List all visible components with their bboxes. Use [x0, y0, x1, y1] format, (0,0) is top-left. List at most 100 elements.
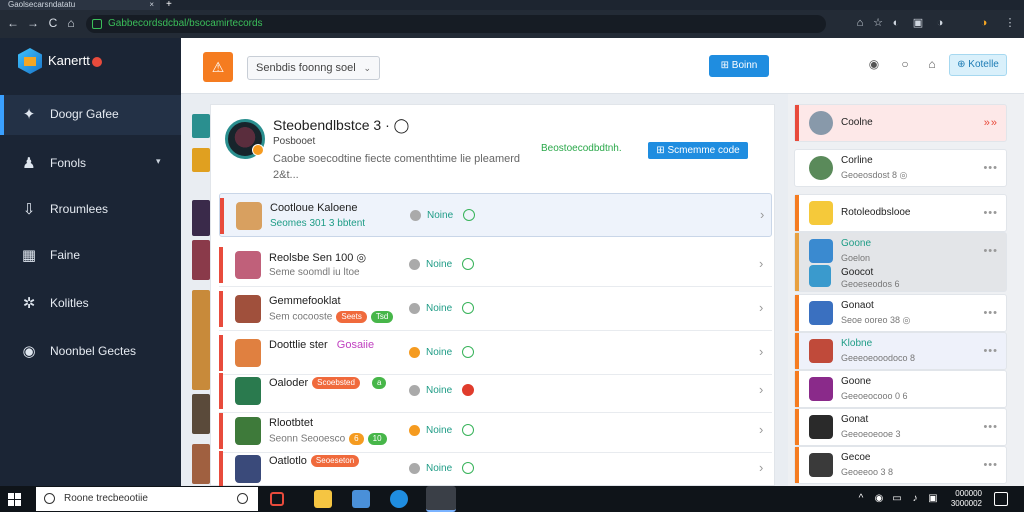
profile-subtitle: Posbooet — [273, 136, 316, 147]
list-item[interactable]: Klobne Geeeoeooodoco 8 ••• — [794, 332, 1007, 370]
primary-button[interactable]: ⊞ Boinn — [709, 55, 769, 77]
status-icon — [409, 463, 420, 474]
more-icon[interactable]: ••• — [983, 245, 998, 257]
list-item[interactable]: Oaloder Scoebsted a Noine › — [219, 369, 772, 413]
list-item[interactable]: Oatlotlo Seoeseton Noine › — [219, 447, 772, 491]
action-center-icon[interactable] — [994, 492, 1008, 506]
list-item[interactable]: Coolne »» — [794, 104, 1007, 142]
list-item[interactable]: Gemmefooklat Sem cocooste Seets Tsd Noine … — [219, 287, 772, 331]
forward-arrow-icon[interactable]: → — [24, 14, 42, 32]
chevron-right-icon[interactable]: › — [759, 460, 763, 475]
circle-icon[interactable]: ○ — [898, 57, 912, 71]
kebab-menu-icon[interactable]: ⋮ — [1002, 15, 1018, 31]
status-label: Noine — [426, 347, 453, 358]
game-thumbnail — [809, 301, 833, 325]
profile-link[interactable]: Beostoecodbdtnh. — [541, 143, 622, 154]
browser-icon[interactable] — [390, 490, 408, 508]
warning-icon[interactable]: ⚠ — [203, 52, 233, 82]
filter-dropdown[interactable]: Senbdis foonng soel ⌄ — [247, 56, 380, 80]
row-title: Oatlotlo Seoeseton — [269, 455, 360, 468]
more-icon[interactable]: ••• — [983, 162, 998, 174]
taskbar-app-icon[interactable] — [352, 490, 370, 508]
row-accent — [220, 198, 224, 234]
chevron-right-icon[interactable]: › — [759, 422, 763, 437]
sidebar-item-notifications[interactable]: ◉ Noonbel Gectes — [0, 332, 181, 372]
row-title: Reolsbe Sen 100 ◎ — [269, 252, 367, 264]
cortana-icon[interactable] — [237, 493, 248, 504]
reload-icon[interactable]: C — [44, 14, 62, 32]
home-icon[interactable]: ⌂ — [62, 14, 80, 32]
list-item[interactable]: Corline Geoeosdost 8 ◎ ••• — [794, 149, 1007, 187]
taskbar-active-app[interactable] — [426, 486, 456, 512]
sidebar-item-calendar[interactable]: ▦ Faine — [0, 236, 181, 276]
system-clock[interactable]: 000000 3000002 — [946, 489, 982, 509]
bookmark-star-icon[interactable]: ☆ — [870, 15, 886, 31]
row-accent — [795, 233, 799, 291]
profile-action-label: Scmemme code — [667, 145, 740, 156]
people-icon: ♟ — [22, 155, 36, 172]
address-bar[interactable]: Gabbecordsdcbal/bsocamirtecords — [86, 15, 826, 33]
list-item[interactable]: Cootloue Kaloene Seomes 301 3 bbtent Noi… — [219, 193, 772, 237]
status-icon[interactable]: ◉ — [867, 57, 881, 71]
status-label: Noine — [426, 463, 453, 474]
item-subtitle: Geoeseodos 6 — [841, 279, 900, 289]
volume-icon[interactable]: ♪ — [908, 493, 922, 505]
avatar-icon[interactable]: ◑ — [976, 15, 992, 31]
avatar[interactable] — [225, 119, 265, 159]
chevron-right-icon[interactable]: › — [759, 344, 763, 359]
list-item[interactable]: Goone Goelon Goocot Geoeseodos 6 ••• — [794, 232, 1007, 292]
sidebar-item-home[interactable]: ✦ Doogr Gafee — [0, 95, 181, 135]
status-label: Noine — [426, 259, 453, 270]
double-chevron-icon[interactable]: »» — [984, 117, 998, 129]
tray-status-icon[interactable]: ◉ — [872, 493, 886, 505]
battery-icon[interactable]: ▭ — [890, 493, 904, 505]
file-explorer-icon[interactable] — [314, 490, 332, 508]
more-icon[interactable]: ••• — [983, 307, 998, 319]
sidebar-item-downloads[interactable]: ⇩ Rroumlees — [0, 190, 181, 230]
profile-action-button[interactable]: ⊞ Scmemme code — [648, 142, 748, 159]
new-tab-button[interactable]: + — [166, 0, 172, 10]
row-meta: Sem cocooste Seets Tsd — [269, 311, 394, 323]
chevron-right-icon[interactable]: › — [760, 207, 764, 222]
list-item[interactable]: Rotoleodbslooe ••• — [794, 194, 1007, 232]
os-taskbar: Roone trecbeootiie ^ ◉ ▭ ♪ ▣ 000000 3000… — [0, 486, 1024, 512]
secondary-button[interactable]: ⊕ Kotelle — [949, 54, 1007, 76]
list-item[interactable]: Goone Geeoeocooo 0 6 — [794, 370, 1007, 408]
list-item[interactable]: Gonaot Seoe ooreo 38 ◎ ••• — [794, 294, 1007, 332]
close-tab-icon[interactable]: × — [149, 0, 154, 10]
taskbar-search-input[interactable]: Roone trecbeootiie — [36, 487, 258, 511]
network-icon[interactable]: ▣ — [926, 493, 940, 505]
tag-badge: Scoebsted — [312, 377, 360, 390]
more-icon[interactable]: ••• — [983, 345, 998, 357]
list-item[interactable]: Gonat Geeoeoeooe 3 ••• — [794, 408, 1007, 446]
profile-icon[interactable]: ◑ — [932, 15, 948, 31]
plus-icon: ⊕ — [957, 59, 966, 70]
thumbnail — [192, 148, 210, 172]
more-icon[interactable]: ••• — [983, 207, 998, 219]
chevron-right-icon[interactable]: › — [759, 256, 763, 271]
thumbnail — [192, 200, 210, 236]
extension-icon[interactable]: ▣ — [910, 15, 926, 31]
sidebar-item-people[interactable]: ♟ Fonols ▾ — [0, 144, 181, 184]
taskbar-app-icon[interactable] — [270, 492, 284, 506]
extension-icon[interactable]: ⌂ — [852, 15, 868, 31]
tray-chevron-icon[interactable]: ^ — [854, 493, 868, 505]
sidebar-item-settings[interactable]: ✲ Kolitles — [0, 284, 181, 324]
chevron-down-icon: ▾ — [156, 156, 161, 166]
game-thumbnail — [235, 295, 261, 323]
item-subtitle: Goelon — [841, 253, 871, 263]
more-icon[interactable]: ••• — [983, 421, 998, 433]
browser-tab[interactable]: Gaolsecarsndatatu × — [0, 0, 160, 10]
search-placeholder: Roone trecbeootiie — [64, 493, 148, 504]
sidebar-item-label: Kolitles — [50, 296, 89, 310]
home-icon[interactable]: ⌂ — [925, 57, 939, 71]
back-arrow-icon[interactable]: ← — [4, 14, 22, 32]
theme-icon[interactable]: ◐ — [888, 15, 904, 31]
chevron-right-icon[interactable]: › — [759, 300, 763, 315]
list-item[interactable]: Reolsbe Sen 100 ◎ Seme soomdl iu ltoe No… — [219, 243, 772, 287]
list-item[interactable]: Gecoe Geoeeoo 3 8 ••• — [794, 446, 1007, 484]
windows-start-icon[interactable] — [8, 493, 21, 506]
browser-toolbar: ← → C ⌂ Gabbecordsdcbal/bsocamirtecords … — [0, 10, 1024, 38]
more-icon[interactable]: ••• — [983, 459, 998, 471]
chevron-right-icon[interactable]: › — [759, 382, 763, 397]
